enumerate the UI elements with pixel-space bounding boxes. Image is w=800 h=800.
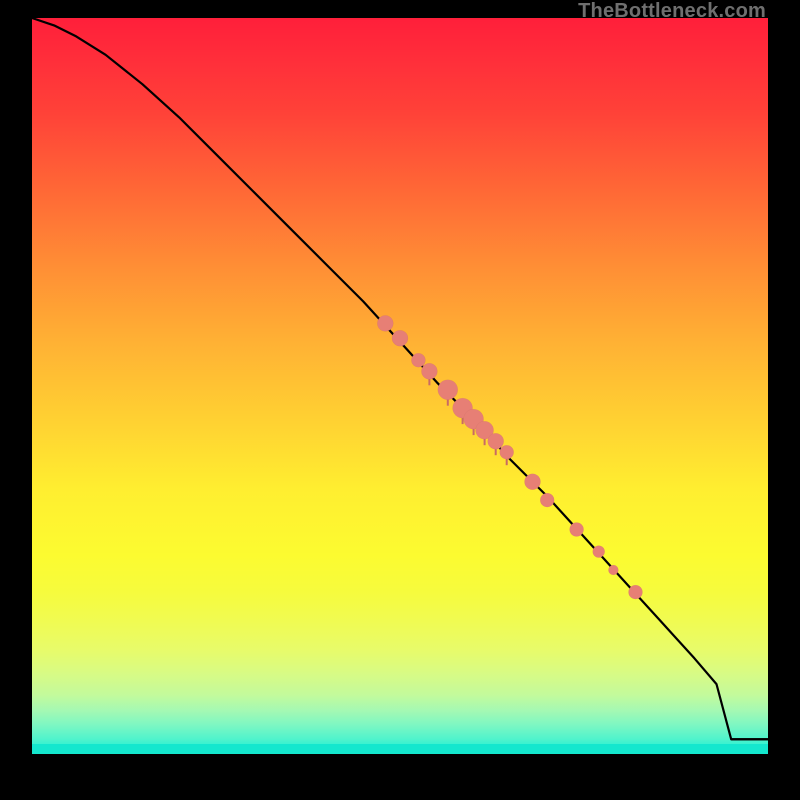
series-curve [32,18,768,739]
data-point [411,353,425,367]
data-point [593,546,605,558]
data-point [377,315,393,331]
chart-overlay [32,18,768,754]
plot-area [32,18,768,754]
data-point [540,493,554,507]
data-point [525,474,541,490]
data-point [392,330,408,346]
data-point [500,445,514,459]
data-point [629,585,643,599]
data-point [570,523,584,537]
data-point [608,565,618,575]
data-point [488,433,504,449]
data-point [438,380,458,400]
chart-stage: TheBottleneck.com [0,0,800,800]
data-point [421,363,437,379]
